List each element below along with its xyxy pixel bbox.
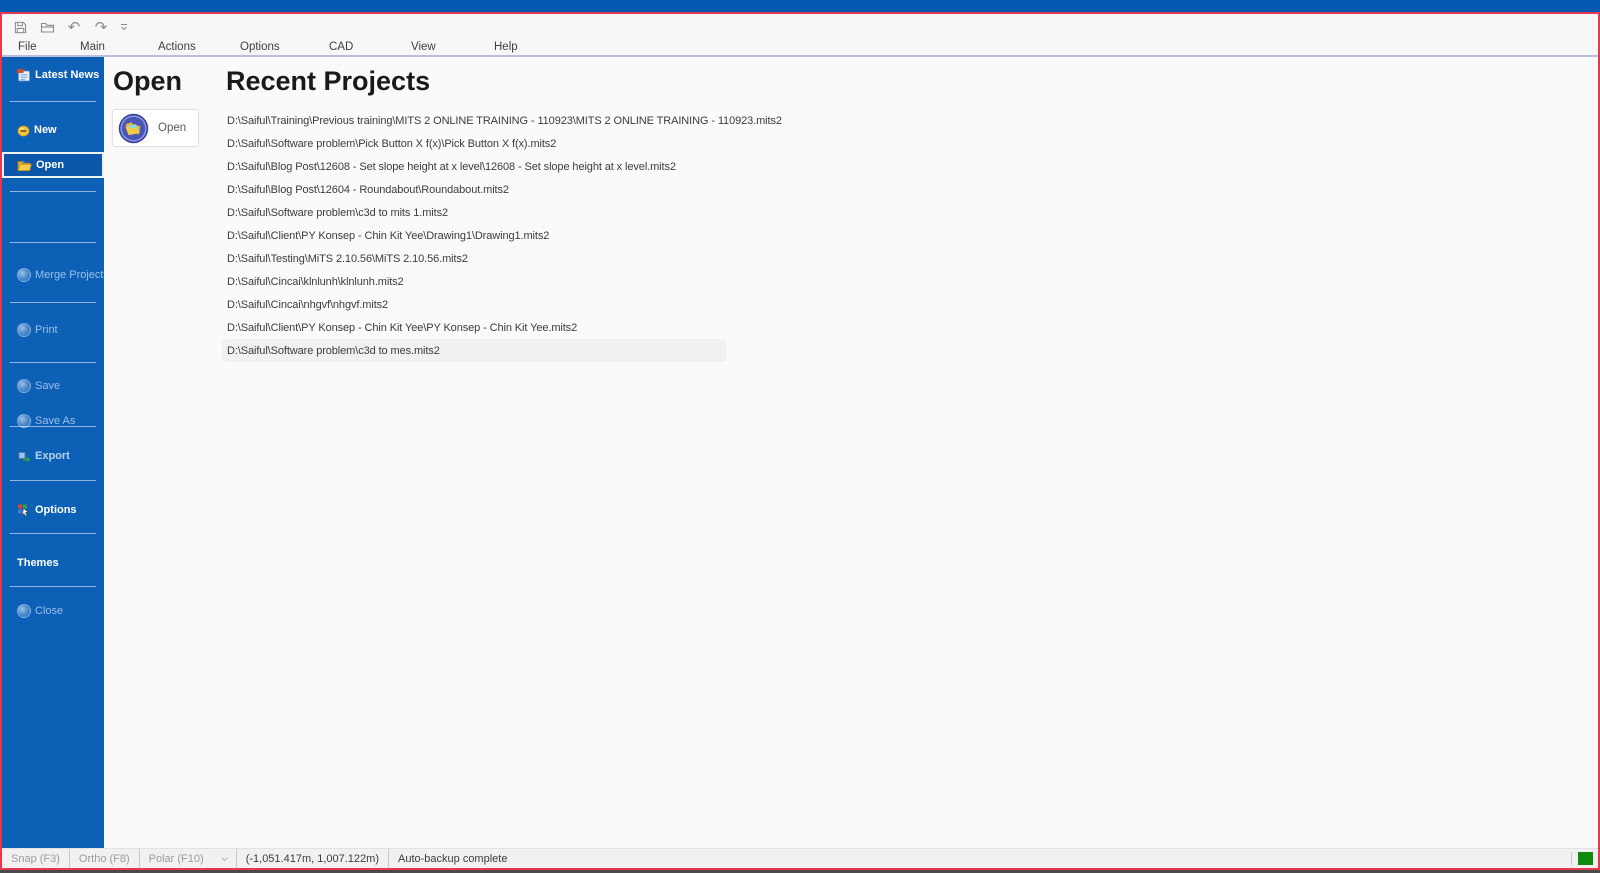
window-frame: ↶ ↷ File Main Actions Options CAD View H… <box>0 12 1600 870</box>
sidebar-item-label: Open <box>36 159 65 171</box>
recent-project-item-hovered[interactable]: D:\Saiful\Software problem\c3d to mes.mi… <box>222 339 726 362</box>
recent-project-item[interactable]: D:\Saiful\Software problem\c3d to mits 1… <box>222 201 726 224</box>
close-icon <box>17 604 31 618</box>
backup-status-indicator <box>1578 852 1593 865</box>
save-icon[interactable] <box>11 18 29 36</box>
sidebar-item-save: Save <box>2 374 104 398</box>
menu-options[interactable]: Options <box>240 40 280 55</box>
status-spacer <box>516 849 1571 868</box>
ortho-toggle[interactable]: Ortho (F8) <box>70 849 140 868</box>
sidebar-item-latest-news[interactable]: Latest News <box>2 63 104 87</box>
sidebar-item-save-as: Save As <box>2 409 104 433</box>
menu-main[interactable]: Main <box>80 40 105 55</box>
menu-help[interactable]: Help <box>494 40 518 55</box>
export-icon <box>17 450 31 463</box>
backstage-content: Latest News New Open Merge Project Print… <box>2 57 1598 848</box>
app-window: ↶ ↷ File Main Actions Options CAD View H… <box>0 0 1600 873</box>
recent-projects-title: Recent Projects <box>226 66 431 96</box>
open-button[interactable]: Open <box>112 109 199 147</box>
sidebar-item-label: Close <box>35 605 64 617</box>
title-bar <box>0 0 1600 12</box>
menu-view[interactable]: View <box>411 40 436 55</box>
recent-project-item[interactable]: D:\Saiful\Client\PY Konsep - Chin Kit Ye… <box>222 316 726 339</box>
sidebar-item-label: Options <box>35 504 77 516</box>
sidebar-item-new[interactable]: New <box>2 118 104 142</box>
recent-projects-list: D:\Saiful\Training\Previous training\MIT… <box>222 109 782 362</box>
status-end-separator <box>1571 852 1572 865</box>
sidebar-separator <box>10 586 96 587</box>
sidebar-separator <box>10 480 96 481</box>
sidebar-item-export[interactable]: Export <box>2 444 104 468</box>
open-folder-icon[interactable] <box>38 18 56 36</box>
menu-bar: File Main Actions Options CAD View Help <box>2 40 1598 57</box>
sidebar-item-label: Themes <box>17 557 59 569</box>
recent-project-item[interactable]: D:\Saiful\Cincai\klnlunh\klnlunh.mits2 <box>222 270 726 293</box>
polar-dropdown[interactable] <box>213 849 237 868</box>
open-orb-icon <box>118 113 149 144</box>
menu-actions[interactable]: Actions <box>158 40 196 55</box>
recent-project-item[interactable]: D:\Saiful\Software problem\Pick Button X… <box>222 132 726 155</box>
sidebar-item-label: Export <box>35 450 70 462</box>
menu-file[interactable]: File <box>18 40 37 55</box>
recent-project-item[interactable]: D:\Saiful\Blog Post\12608 - Set slope he… <box>222 155 726 178</box>
merge-project-icon <box>17 268 31 282</box>
backstage-sidebar: Latest News New Open Merge Project Print… <box>2 57 104 848</box>
sidebar-item-label: Latest News <box>35 69 100 81</box>
sidebar-item-label: New <box>34 124 57 136</box>
menu-cad[interactable]: CAD <box>329 40 353 55</box>
redo-icon[interactable]: ↷ <box>92 18 110 36</box>
open-button-label: Open <box>158 122 187 134</box>
open-page: Open Open Recent Projects D:\Saiful\Trai… <box>104 57 1598 848</box>
sidebar-item-merge-project: Merge Project <box>2 263 104 287</box>
snap-toggle[interactable]: Snap (F3) <box>2 849 70 868</box>
sidebar-separator <box>10 302 96 303</box>
news-icon <box>17 68 31 82</box>
coordinates-readout: (-1,051.417m, 1,007.122m) <box>237 849 389 868</box>
open-folder-icon <box>17 159 32 172</box>
recent-project-item[interactable]: D:\Saiful\Client\PY Konsep - Chin Kit Ye… <box>222 224 726 247</box>
page-title: Open <box>113 66 183 96</box>
sidebar-item-label: Print <box>35 324 58 336</box>
new-document-icon <box>17 124 30 137</box>
polar-toggle[interactable]: Polar (F10) <box>140 849 213 868</box>
sidebar-separator <box>10 101 96 102</box>
sidebar-item-open[interactable]: Open <box>2 152 104 178</box>
sidebar-separator <box>10 191 96 192</box>
customize-icon[interactable] <box>119 18 129 36</box>
sidebar-item-label: Merge Project <box>35 269 104 281</box>
recent-project-item[interactable]: D:\Saiful\Testing\MiTS 2.10.56\MiTS 2.10… <box>222 247 726 270</box>
status-bar: Snap (F3) Ortho (F8) Polar (F10) (-1,051… <box>2 848 1598 868</box>
recent-project-item[interactable]: D:\Saiful\Training\Previous training\MIT… <box>222 109 782 132</box>
sidebar-separator <box>10 426 96 427</box>
sidebar-item-label: Save <box>35 380 61 392</box>
sidebar-item-close: Close <box>2 599 104 623</box>
sidebar-separator <box>10 242 96 243</box>
quick-access-toolbar: ↶ ↷ <box>2 14 1598 40</box>
sidebar-separator <box>10 533 96 534</box>
status-message: Auto-backup complete <box>398 852 508 865</box>
sidebar-separator <box>10 362 96 363</box>
undo-icon[interactable]: ↶ <box>65 18 83 36</box>
recent-project-item[interactable]: D:\Saiful\Cincai\nhgvf\nhgvf.mits2 <box>222 293 726 316</box>
save-icon <box>17 379 31 393</box>
sidebar-item-options[interactable]: Options <box>2 498 104 522</box>
sidebar-item-themes[interactable]: Themes <box>2 551 104 575</box>
options-icon <box>17 504 31 517</box>
recent-project-item[interactable]: D:\Saiful\Blog Post\12604 - Roundabout\R… <box>222 178 726 201</box>
sidebar-item-print: Print <box>2 318 104 342</box>
print-icon <box>17 323 31 337</box>
